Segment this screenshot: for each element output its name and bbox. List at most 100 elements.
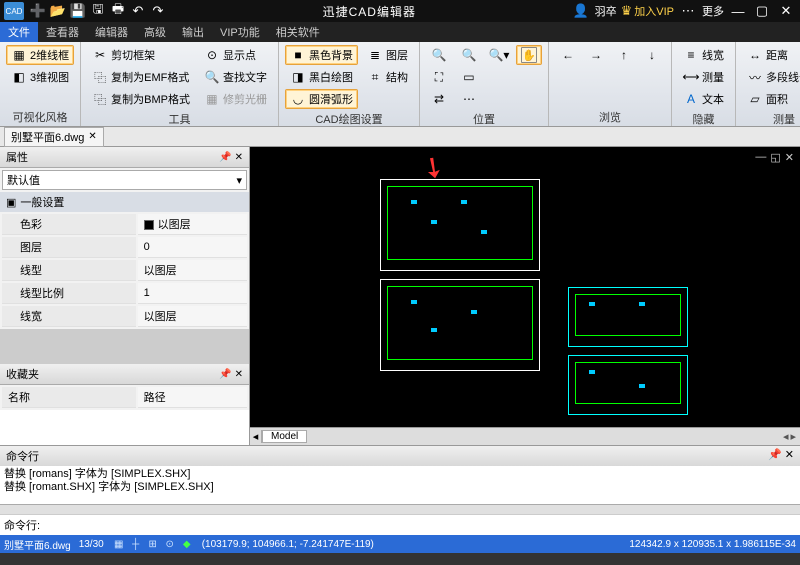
viewport[interactable]: —◱✕ ➘ xyxy=(250,147,800,427)
zoomin-icon: 🔍 xyxy=(431,47,447,63)
user-name: 羽卒 xyxy=(595,3,617,19)
cad-preview xyxy=(568,355,688,415)
vp-max-icon[interactable]: ◱ xyxy=(770,151,780,164)
tab-related[interactable]: 相关软件 xyxy=(268,22,328,42)
print-icon[interactable]: 🖶 xyxy=(109,2,127,20)
wire2d-button[interactable]: ▦2维线框 xyxy=(6,45,74,65)
poly-icon: 〰 xyxy=(747,69,763,85)
saveall-icon[interactable]: 🖫 xyxy=(89,2,107,20)
favorites-header: 收藏夹📌 ✕ xyxy=(0,364,249,385)
scroll-right-icon[interactable]: ▸ xyxy=(790,430,796,443)
pin-icon[interactable]: 📌 ✕ xyxy=(768,448,794,464)
scroll-left-icon[interactable]: ◂ xyxy=(783,430,789,443)
open-icon[interactable]: 📂 xyxy=(49,2,67,20)
sb-icon[interactable]: ◆ xyxy=(180,539,194,550)
sb-icon[interactable]: ▦ xyxy=(112,539,126,550)
right-icon: → xyxy=(588,47,604,63)
new-icon[interactable]: ➕ xyxy=(29,2,47,20)
model-tab[interactable]: Model xyxy=(262,430,307,443)
rect-button[interactable]: ▭ xyxy=(456,67,482,87)
pan-button[interactable]: ✋ xyxy=(516,45,542,65)
tab-vip[interactable]: VIP功能 xyxy=(212,22,268,42)
general-section[interactable]: ▣一般设置 xyxy=(0,192,249,212)
document-tab-label: 别墅平面6.dwg xyxy=(11,129,84,145)
swap-button[interactable]: ⇄ xyxy=(426,89,452,109)
nav-up-button[interactable]: ↑ xyxy=(611,45,637,65)
pin-icon[interactable]: 📌 ✕ xyxy=(219,152,243,163)
vip-button[interactable]: ♛加入VIP xyxy=(621,3,674,19)
fit-button[interactable]: ⛶ xyxy=(426,67,452,87)
document-tab[interactable]: 别墅平面6.dwg ✕ xyxy=(4,127,104,147)
tab-viewer[interactable]: 查看器 xyxy=(38,22,87,42)
zoomin-button[interactable]: 🔍 xyxy=(426,45,452,65)
copy2-icon: ⿻ xyxy=(92,91,108,107)
cut-icon: ✂ xyxy=(92,47,108,63)
vp-min-icon[interactable]: — xyxy=(755,151,766,164)
measure-button[interactable]: ⟷测量 xyxy=(678,67,729,87)
property-table: 色彩以图层 图层0 线型以图层 线型比例1 线宽以图层 xyxy=(0,212,249,329)
tab-advanced[interactable]: 高级 xyxy=(136,22,174,42)
color-swatch xyxy=(144,220,154,230)
app-logo: CAD xyxy=(4,2,24,20)
command-input[interactable]: 命令行: xyxy=(0,514,800,535)
command-log: 替换 [romans] 字体为 [SIMPLEX.SHX] 替换 [romant… xyxy=(0,466,800,504)
more-icon[interactable]: ⋯ xyxy=(679,2,697,20)
redo-icon[interactable]: ↷ xyxy=(149,2,167,20)
more-label[interactable]: 更多 xyxy=(702,3,724,19)
blackbg-button[interactable]: ■黑色背景 xyxy=(285,45,358,65)
tab-prev-icon[interactable]: ◂ xyxy=(250,430,262,443)
findtext-button[interactable]: 🔍查找文字 xyxy=(199,67,272,87)
sb-icon[interactable]: ┼ xyxy=(129,539,143,550)
polylen-button[interactable]: 〰多段线长度 xyxy=(742,67,800,87)
close-icon[interactable]: ✕ xyxy=(777,2,795,20)
properties-header: 属性📌 ✕ xyxy=(0,147,249,168)
copybmp-button[interactable]: ⿻复制为BMP格式 xyxy=(87,89,195,109)
prop-row: 图层0 xyxy=(2,237,247,258)
zoomout-button[interactable]: 🔍 xyxy=(456,45,482,65)
nav-right-button[interactable]: → xyxy=(583,45,609,65)
left-icon: ← xyxy=(560,47,576,63)
smootharc-button[interactable]: ◡圆滑弧形 xyxy=(285,89,358,109)
minimize-icon[interactable]: — xyxy=(729,2,747,20)
bwline-button[interactable]: ◨黑白绘图 xyxy=(285,67,358,87)
ribbon-cad: ■黑色背景 ◨黑白绘图 ◡圆滑弧形 ≣图层 ⌗结构 CAD绘图设置 xyxy=(279,42,420,126)
maximize-icon[interactable]: ▢ xyxy=(753,2,771,20)
tab-output[interactable]: 输出 xyxy=(174,22,212,42)
prop-row: 线宽以图层 xyxy=(2,306,247,327)
distance-button[interactable]: ↔距离 xyxy=(742,45,800,65)
tab-close-icon[interactable]: ✕ xyxy=(88,131,96,142)
showpoint-button[interactable]: ⊙显示点 xyxy=(199,45,272,65)
layer-button[interactable]: ≣图层 xyxy=(362,45,413,65)
text-button[interactable]: A文本 xyxy=(678,89,729,109)
status-icons: ▦┼⊞⊙◆ xyxy=(112,539,194,550)
default-dropdown[interactable]: 默认值▾ xyxy=(2,170,247,190)
nav-left-button[interactable]: ← xyxy=(555,45,581,65)
status-file: 别墅平面6.dwg xyxy=(4,537,71,552)
user-icon[interactable]: 👤 xyxy=(572,2,590,20)
wire3d-icon: ◧ xyxy=(11,69,27,85)
nav-down-button[interactable]: ↓ xyxy=(639,45,665,65)
copyemf-button[interactable]: ⿻复制为EMF格式 xyxy=(87,67,195,87)
sb-icon[interactable]: ⊞ xyxy=(146,539,160,550)
zoom-menu-button[interactable]: 🔍▾ xyxy=(486,45,512,65)
undo-icon[interactable]: ↶ xyxy=(129,2,147,20)
fixraster-button[interactable]: ▦修剪光栅 xyxy=(199,89,272,109)
wire3d-button[interactable]: ◧3维视图 xyxy=(6,67,74,87)
save-icon[interactable]: 💾 xyxy=(69,2,87,20)
zoomout-icon: 🔍 xyxy=(461,47,477,63)
point-icon: ⊙ xyxy=(204,47,220,63)
linewidth-button[interactable]: ≡线宽 xyxy=(678,45,729,65)
hand-icon: ✋ xyxy=(521,47,537,63)
favorites-table: 名称路径 xyxy=(0,385,249,410)
vp-close-icon[interactable]: ✕ xyxy=(785,151,794,164)
tab-editor[interactable]: 编辑器 xyxy=(87,22,136,42)
sb-icon[interactable]: ⊙ xyxy=(163,539,177,550)
pin-icon[interactable]: 📌 ✕ xyxy=(219,369,243,380)
more-pos-button[interactable]: ⋯ xyxy=(456,89,482,109)
cutframe-button[interactable]: ✂剪切框架 xyxy=(87,45,195,65)
tab-file[interactable]: 文件 xyxy=(0,22,38,42)
area-button[interactable]: ▱面积 xyxy=(742,89,800,109)
up-icon: ↑ xyxy=(616,47,632,63)
arc-icon: ◡ xyxy=(290,91,306,107)
struct-button[interactable]: ⌗结构 xyxy=(362,67,413,87)
